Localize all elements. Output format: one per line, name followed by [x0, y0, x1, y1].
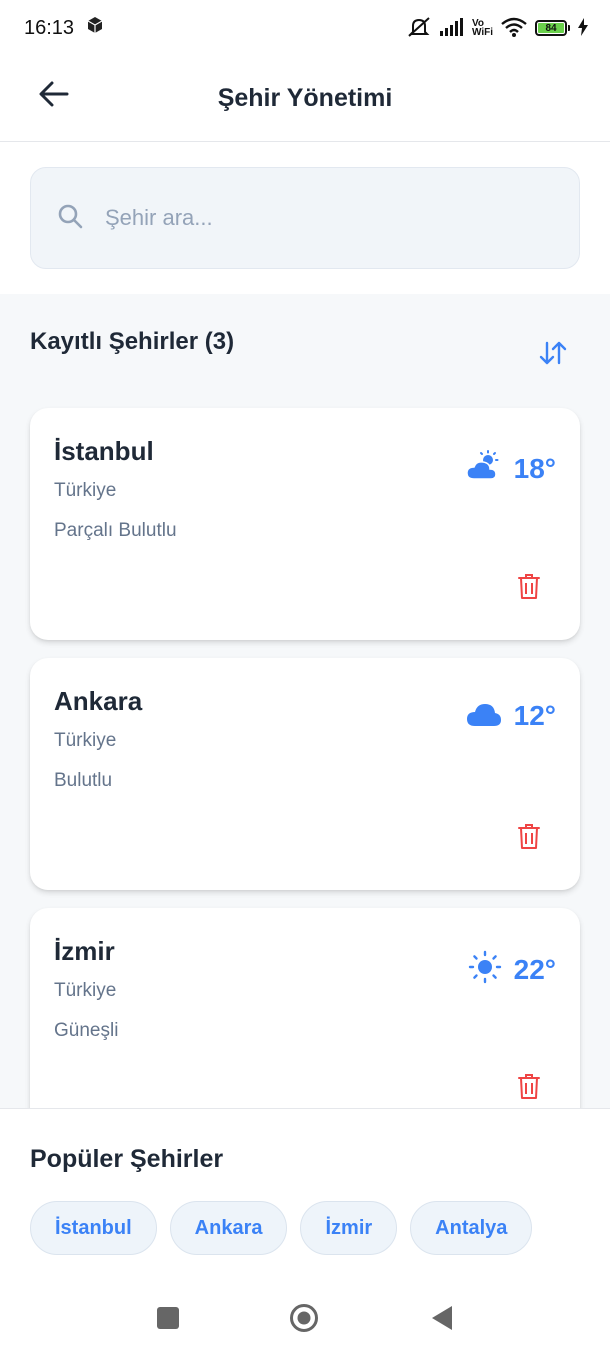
trash-icon	[517, 822, 541, 855]
city-weather: 18°	[465, 450, 556, 487]
status-time: 16:13	[24, 16, 75, 39]
back-nav-button[interactable]	[428, 1305, 456, 1336]
city-weather: 22°	[468, 950, 556, 989]
search-input[interactable]	[105, 205, 525, 231]
saved-cities-title: Kayıtlı Şehirler (3)	[30, 328, 235, 355]
city-card[interactable]: Ankara Türkiye Bulutlu 12°	[30, 658, 580, 890]
trash-icon	[517, 1072, 541, 1105]
home-circle-icon	[289, 1303, 319, 1338]
wifi-text: WiFi	[471, 27, 493, 38]
app-bar: Şehir Yönetimi	[0, 56, 610, 142]
status-bar: 16:13 Vo WiFi 84	[0, 0, 610, 56]
city-name: İzmir	[54, 936, 115, 966]
city-temperature: 18°	[513, 452, 556, 484]
cloud-icon	[466, 701, 502, 732]
sort-button[interactable]	[536, 338, 570, 372]
delete-button[interactable]	[514, 1072, 544, 1104]
app-notification-icon	[86, 16, 104, 40]
city-name: Ankara	[54, 686, 143, 716]
chip-izmir[interactable]: İzmir	[300, 1201, 398, 1255]
charging-icon	[578, 17, 588, 39]
battery-icon: 84	[535, 20, 570, 36]
search-box[interactable]	[30, 167, 580, 269]
status-left: 16:13	[24, 16, 104, 40]
square-icon	[156, 1306, 180, 1335]
city-country: Türkiye	[54, 730, 117, 751]
arrow-left-icon	[39, 81, 69, 112]
search-icon	[57, 203, 83, 234]
city-name: İstanbul	[54, 436, 154, 466]
chip-antalya[interactable]: Antalya	[410, 1201, 533, 1255]
city-condition: Parçalı Bulutlu	[54, 520, 177, 541]
wifi-icon	[501, 17, 527, 40]
city-country: Türkiye	[54, 480, 117, 501]
recents-button[interactable]	[154, 1306, 182, 1334]
city-card[interactable]: İstanbul Türkiye Parçalı Bulutlu 18°	[30, 408, 580, 640]
city-country: Türkiye	[54, 980, 117, 1001]
sort-arrows-icon	[539, 340, 567, 371]
city-weather: 12°	[466, 700, 556, 732]
page-title: Şehir Yönetimi	[217, 84, 393, 112]
mute-icon	[406, 16, 432, 41]
partly-cloudy-icon	[465, 450, 502, 487]
delete-button[interactable]	[514, 572, 544, 604]
saved-cities-section: Kayıtlı Şehirler (3) İstanbul Türkiye Pa…	[0, 294, 610, 1108]
popular-cities-title: Popüler Şehirler	[30, 1145, 224, 1173]
status-right: Vo WiFi 84	[406, 16, 588, 41]
back-button[interactable]	[34, 76, 74, 116]
city-card[interactable]: İzmir Türkiye Güneşli 22°	[30, 908, 580, 1108]
city-temperature: 12°	[513, 700, 556, 731]
system-nav-bar	[0, 1278, 610, 1356]
signal-icon	[439, 17, 464, 39]
popular-cities-section: Popüler Şehirler İstanbul Ankara İzmir A…	[0, 1108, 610, 1278]
home-button[interactable]	[290, 1303, 318, 1334]
battery-level: 84	[538, 23, 564, 34]
search-section	[0, 142, 610, 294]
city-temperature: 22°	[513, 953, 556, 985]
trash-icon	[517, 572, 541, 605]
city-condition: Bulutlu	[54, 770, 113, 791]
vowifi-label: Vo WiFi	[471, 19, 493, 38]
popular-chips: İstanbul Ankara İzmir Antalya	[30, 1201, 533, 1255]
chip-istanbul[interactable]: İstanbul	[30, 1201, 157, 1255]
chip-ankara[interactable]: Ankara	[169, 1201, 288, 1255]
city-condition: Güneşli	[54, 1020, 119, 1041]
sun-icon	[468, 950, 502, 989]
triangle-back-icon	[430, 1305, 454, 1336]
delete-button[interactable]	[514, 822, 544, 854]
